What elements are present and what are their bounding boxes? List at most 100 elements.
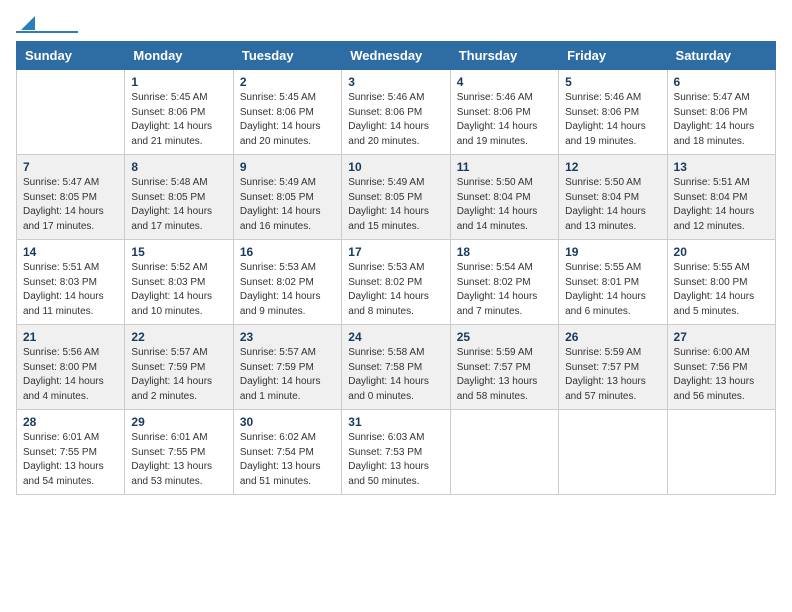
day-number: 22 xyxy=(131,330,226,344)
col-header-thursday: Thursday xyxy=(450,42,558,70)
day-number: 6 xyxy=(674,75,769,89)
day-number: 30 xyxy=(240,415,335,429)
calendar-cell: 9 Sunrise: 5:49 AM Sunset: 8:05 PM Daylig… xyxy=(233,155,341,240)
calendar-cell: 20 Sunrise: 5:55 AM Sunset: 8:00 PM Dayli… xyxy=(667,240,775,325)
day-info: Sunrise: 5:50 AM Sunset: 8:04 PM Dayligh… xyxy=(565,176,660,234)
logo xyxy=(16,16,78,33)
day-info: Sunrise: 5:47 AM Sunset: 8:06 PM Dayligh… xyxy=(674,91,769,149)
day-number: 15 xyxy=(131,245,226,259)
day-info: Sunrise: 5:51 AM Sunset: 8:04 PM Dayligh… xyxy=(674,176,769,234)
calendar-cell: 29 Sunrise: 6:01 AM Sunset: 7:55 PM Dayli… xyxy=(125,410,233,495)
day-number: 17 xyxy=(348,245,443,259)
page-header xyxy=(16,16,776,33)
day-number: 4 xyxy=(457,75,552,89)
calendar-week-row: 21Sunrise: 5:56 AM Sunset: 8:00 PM Dayli… xyxy=(17,325,776,410)
calendar-cell: 27Sunrise: 6:00 AM Sunset: 7:56 PM Dayli… xyxy=(667,325,775,410)
calendar-cell: 21Sunrise: 5:56 AM Sunset: 8:00 PM Dayli… xyxy=(17,325,125,410)
calendar-cell: 2 Sunrise: 5:45 AM Sunset: 8:06 PM Daylig… xyxy=(233,70,341,155)
calendar-cell: 8 Sunrise: 5:48 AM Sunset: 8:05 PM Daylig… xyxy=(125,155,233,240)
day-number: 24 xyxy=(348,330,443,344)
col-header-friday: Friday xyxy=(559,42,667,70)
day-number: 21 xyxy=(23,330,118,344)
col-header-wednesday: Wednesday xyxy=(342,42,450,70)
day-number: 25 xyxy=(457,330,552,344)
day-info: Sunrise: 5:48 AM Sunset: 8:05 PM Dayligh… xyxy=(131,176,226,234)
day-number: 16 xyxy=(240,245,335,259)
day-number: 26 xyxy=(565,330,660,344)
day-info: Sunrise: 6:01 AM Sunset: 7:55 PM Dayligh… xyxy=(131,431,226,489)
col-header-sunday: Sunday xyxy=(17,42,125,70)
day-info: Sunrise: 5:58 AM Sunset: 7:58 PM Dayligh… xyxy=(348,346,443,404)
calendar-cell: 10Sunrise: 5:49 AM Sunset: 8:05 PM Dayli… xyxy=(342,155,450,240)
day-info: Sunrise: 5:50 AM Sunset: 8:04 PM Dayligh… xyxy=(457,176,552,234)
day-number: 13 xyxy=(674,160,769,174)
calendar-cell: 14Sunrise: 5:51 AM Sunset: 8:03 PM Dayli… xyxy=(17,240,125,325)
calendar-cell: 25Sunrise: 5:59 AM Sunset: 7:57 PM Dayli… xyxy=(450,325,558,410)
day-number: 14 xyxy=(23,245,118,259)
calendar-cell xyxy=(450,410,558,495)
day-number: 9 xyxy=(240,160,335,174)
calendar-cell: 1 Sunrise: 5:45 AM Sunset: 8:06 PM Daylig… xyxy=(125,70,233,155)
day-number: 19 xyxy=(565,245,660,259)
calendar-cell: 7 Sunrise: 5:47 AM Sunset: 8:05 PM Daylig… xyxy=(17,155,125,240)
calendar-cell: 24 Sunrise: 5:58 AM Sunset: 7:58 PM Dayli… xyxy=(342,325,450,410)
calendar-cell: 31 Sunrise: 6:03 AM Sunset: 7:53 PM Dayli… xyxy=(342,410,450,495)
day-number: 28 xyxy=(23,415,118,429)
day-info: Sunrise: 5:52 AM Sunset: 8:03 PM Dayligh… xyxy=(131,261,226,319)
day-number: 8 xyxy=(131,160,226,174)
calendar-cell xyxy=(17,70,125,155)
day-info: Sunrise: 5:49 AM Sunset: 8:05 PM Dayligh… xyxy=(348,176,443,234)
day-info: Sunrise: 5:45 AM Sunset: 8:06 PM Dayligh… xyxy=(240,91,335,149)
day-number: 11 xyxy=(457,160,552,174)
col-header-saturday: Saturday xyxy=(667,42,775,70)
day-number: 1 xyxy=(131,75,226,89)
logo-underline xyxy=(16,31,78,33)
calendar-week-row: 28 Sunrise: 6:01 AM Sunset: 7:55 PM Dayli… xyxy=(17,410,776,495)
day-info: Sunrise: 5:53 AM Sunset: 8:02 PM Dayligh… xyxy=(240,261,335,319)
day-number: 18 xyxy=(457,245,552,259)
calendar-cell: 13 Sunrise: 5:51 AM Sunset: 8:04 PM Dayli… xyxy=(667,155,775,240)
day-info: Sunrise: 6:00 AM Sunset: 7:56 PM Dayligh… xyxy=(674,346,769,404)
calendar-cell: 15 Sunrise: 5:52 AM Sunset: 8:03 PM Dayli… xyxy=(125,240,233,325)
day-number: 23 xyxy=(240,330,335,344)
calendar-cell: 17 Sunrise: 5:53 AM Sunset: 8:02 PM Dayli… xyxy=(342,240,450,325)
day-info: Sunrise: 6:03 AM Sunset: 7:53 PM Dayligh… xyxy=(348,431,443,489)
calendar-cell: 18Sunrise: 5:54 AM Sunset: 8:02 PM Dayli… xyxy=(450,240,558,325)
day-number: 20 xyxy=(674,245,769,259)
day-info: Sunrise: 6:01 AM Sunset: 7:55 PM Dayligh… xyxy=(23,431,118,489)
day-info: Sunrise: 5:53 AM Sunset: 8:02 PM Dayligh… xyxy=(348,261,443,319)
day-info: Sunrise: 5:57 AM Sunset: 7:59 PM Dayligh… xyxy=(240,346,335,404)
day-info: Sunrise: 5:49 AM Sunset: 8:05 PM Dayligh… xyxy=(240,176,335,234)
day-info: Sunrise: 5:47 AM Sunset: 8:05 PM Dayligh… xyxy=(23,176,118,234)
day-info: Sunrise: 5:57 AM Sunset: 7:59 PM Dayligh… xyxy=(131,346,226,404)
calendar-cell: 28 Sunrise: 6:01 AM Sunset: 7:55 PM Dayli… xyxy=(17,410,125,495)
day-info: Sunrise: 5:55 AM Sunset: 8:01 PM Dayligh… xyxy=(565,261,660,319)
day-number: 2 xyxy=(240,75,335,89)
calendar-cell: 23 Sunrise: 5:57 AM Sunset: 7:59 PM Dayli… xyxy=(233,325,341,410)
calendar-cell: 19 Sunrise: 5:55 AM Sunset: 8:01 PM Dayli… xyxy=(559,240,667,325)
calendar-cell: 4Sunrise: 5:46 AM Sunset: 8:06 PM Daylig… xyxy=(450,70,558,155)
day-number: 7 xyxy=(23,160,118,174)
calendar-cell xyxy=(667,410,775,495)
calendar-cell: 12 Sunrise: 5:50 AM Sunset: 8:04 PM Dayli… xyxy=(559,155,667,240)
calendar-week-row: 7 Sunrise: 5:47 AM Sunset: 8:05 PM Daylig… xyxy=(17,155,776,240)
day-info: Sunrise: 5:46 AM Sunset: 8:06 PM Dayligh… xyxy=(348,91,443,149)
day-info: Sunrise: 5:45 AM Sunset: 8:06 PM Dayligh… xyxy=(131,91,226,149)
day-number: 29 xyxy=(131,415,226,429)
calendar-cell: 3 Sunrise: 5:46 AM Sunset: 8:06 PM Daylig… xyxy=(342,70,450,155)
day-number: 5 xyxy=(565,75,660,89)
calendar-week-row: 1 Sunrise: 5:45 AM Sunset: 8:06 PM Daylig… xyxy=(17,70,776,155)
calendar-cell xyxy=(559,410,667,495)
day-info: Sunrise: 6:02 AM Sunset: 7:54 PM Dayligh… xyxy=(240,431,335,489)
day-number: 12 xyxy=(565,160,660,174)
day-info: Sunrise: 5:55 AM Sunset: 8:00 PM Dayligh… xyxy=(674,261,769,319)
day-number: 31 xyxy=(348,415,443,429)
calendar-cell: 11 Sunrise: 5:50 AM Sunset: 8:04 PM Dayli… xyxy=(450,155,558,240)
col-header-tuesday: Tuesday xyxy=(233,42,341,70)
calendar-table: SundayMondayTuesdayWednesdayThursdayFrid… xyxy=(16,41,776,495)
calendar-cell: 30 Sunrise: 6:02 AM Sunset: 7:54 PM Dayli… xyxy=(233,410,341,495)
calendar-header-row: SundayMondayTuesdayWednesdayThursdayFrid… xyxy=(17,42,776,70)
calendar-cell: 5Sunrise: 5:46 AM Sunset: 8:06 PM Daylig… xyxy=(559,70,667,155)
day-number: 3 xyxy=(348,75,443,89)
col-header-monday: Monday xyxy=(125,42,233,70)
